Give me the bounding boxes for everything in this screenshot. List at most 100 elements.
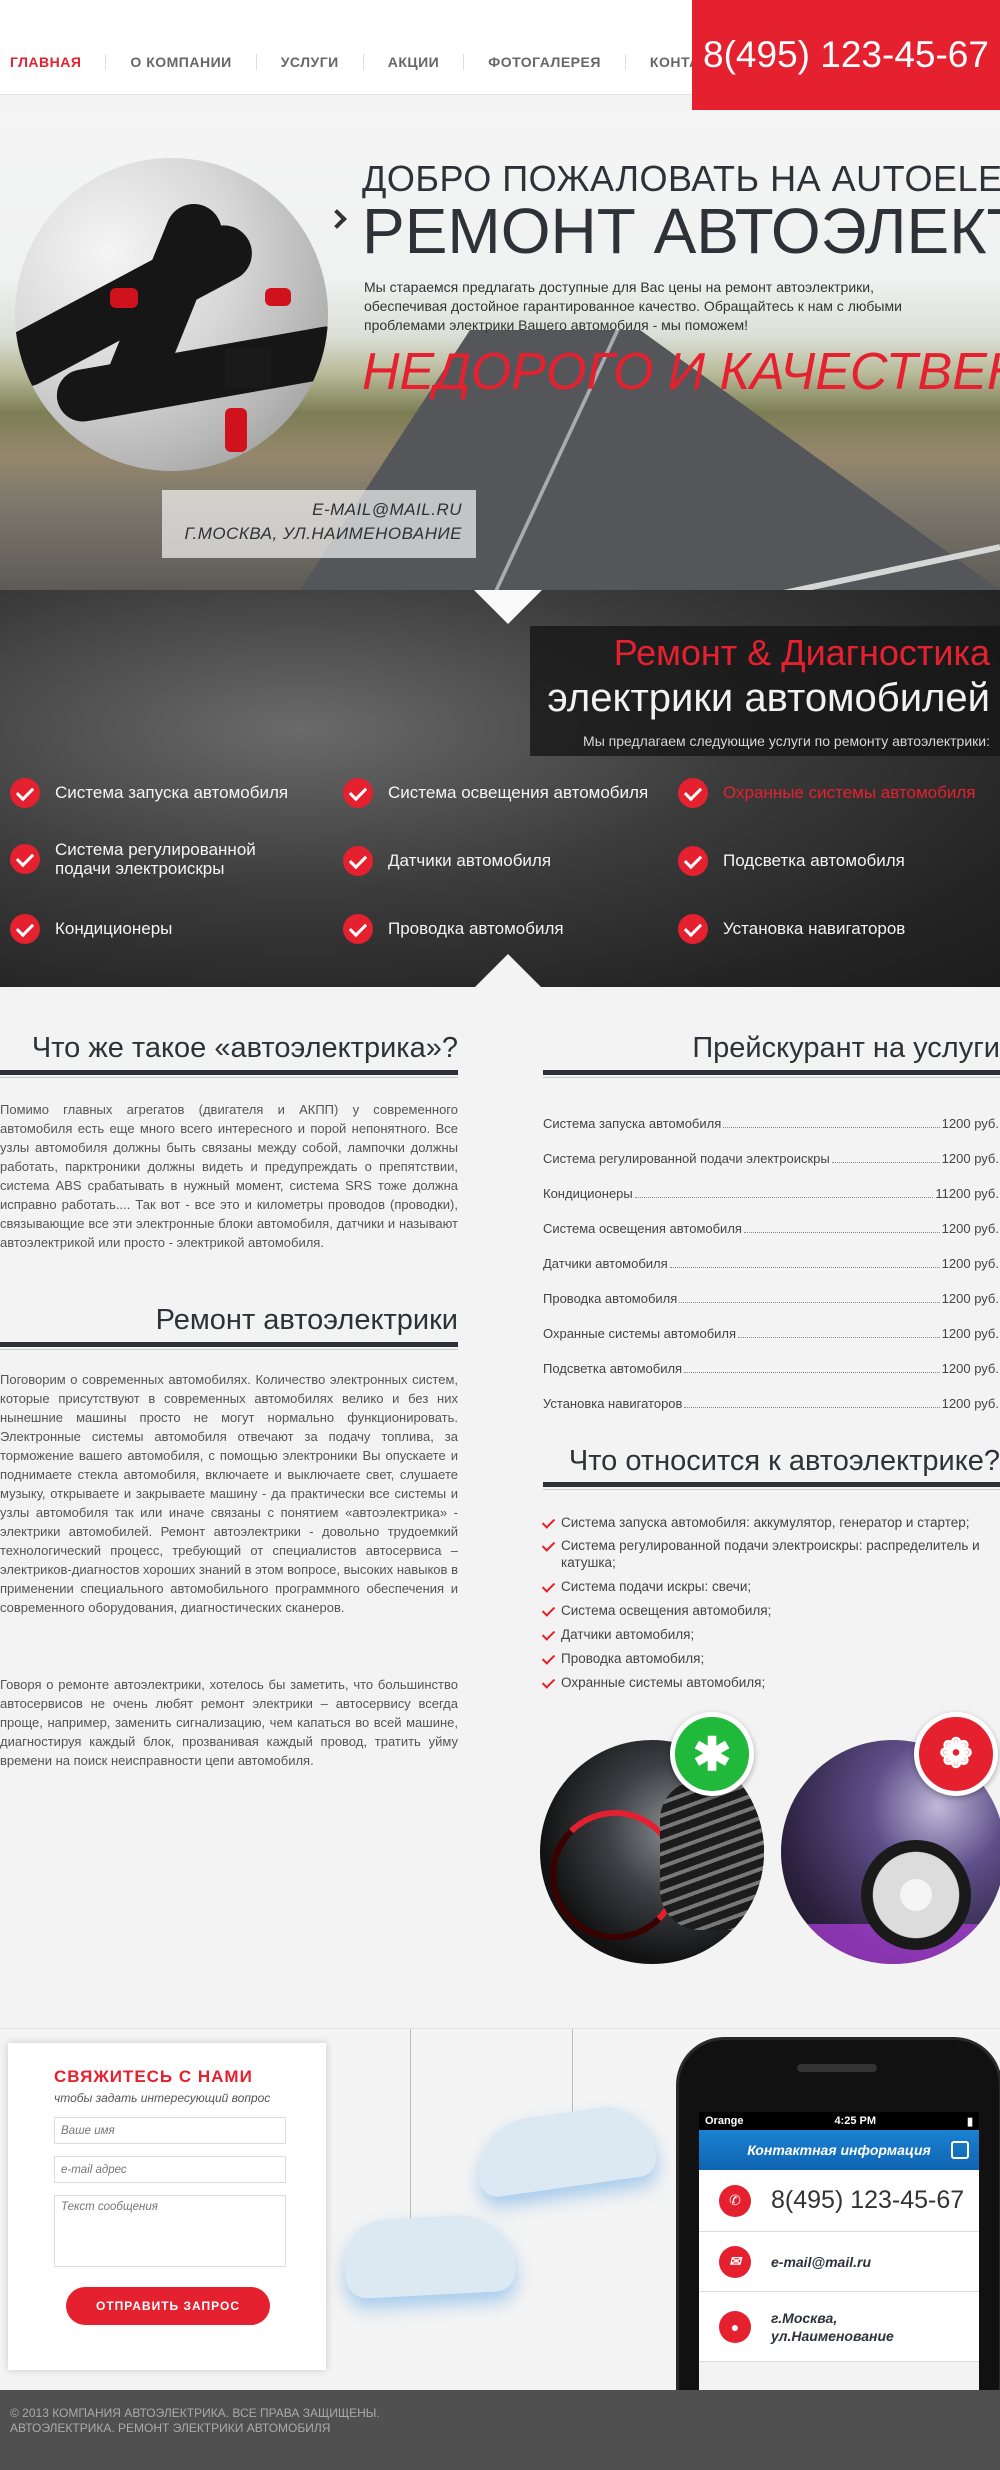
price-value: 1200 руб. (941, 1361, 999, 1376)
repair-text-1: Поговорим о современных автомобилях. Кол… (0, 1372, 458, 1615)
red-clip-shape (225, 408, 247, 452)
section-divider (0, 1342, 458, 1350)
contact-address-row[interactable]: ● г.Москва, ул.Наименование (699, 2292, 979, 2362)
price-dots (743, 1232, 940, 1233)
contact-info-header: Контактная информация (699, 2130, 979, 2170)
vent-shape (660, 1780, 764, 1930)
contact-section: СВЯЖИТЕСЬ С НАМИ чтобы задать интересующ… (0, 2028, 1000, 2390)
price-value: 1200 руб. (941, 1116, 999, 1131)
edit-icon[interactable] (951, 2141, 969, 2159)
services-subtitle: Мы предлагаем следующие услуги по ремонт… (583, 733, 990, 749)
relates-item: Система запуска автомобиля: аккумулятор,… (543, 1514, 1000, 1531)
service-item[interactable]: Проводка автомобиля (343, 914, 564, 944)
hero-cable-photo (15, 158, 328, 471)
nav-link-gallery[interactable]: Фотогалерея (463, 54, 625, 70)
nav-link-services[interactable]: Услуги (255, 54, 363, 70)
relates-title: Что относится к автоэлектрике? (568, 1445, 1000, 1477)
check-icon (678, 846, 708, 876)
price-row: Подсветка автомобиля 1200 руб. (543, 1361, 999, 1376)
relates-item: Система освещения автомобиля; (543, 1602, 1000, 1619)
service-item[interactable]: Установка навигаторов (678, 914, 905, 944)
header-phone[interactable]: 8(495) 123-45-67 (692, 0, 1000, 110)
price-service: Система регулированной подачи электроиск… (543, 1151, 830, 1166)
contact-info-title: Контактная информация (747, 2142, 931, 2158)
connector-shape (225, 348, 271, 388)
price-value: 1200 руб. (941, 1151, 999, 1166)
price-service: Система освещения автомобиля (543, 1221, 742, 1236)
service-item[interactable]: Система запуска автомобиля (10, 778, 288, 808)
service-item[interactable]: Подсветка автомобиля (678, 846, 905, 876)
price-service: Датчики автомобиля (543, 1256, 668, 1271)
price-service: Кондиционеры (543, 1186, 633, 1201)
check-icon (678, 778, 708, 808)
price-row: Охранные системы автомобиля 1200 руб. (543, 1326, 999, 1341)
price-dots (684, 1372, 940, 1373)
nav-link-about[interactable]: О компании (105, 54, 255, 70)
car-air-freshener (343, 2212, 517, 2300)
check-icon (343, 914, 373, 944)
price-row: Проводка автомобиля 1200 руб. (543, 1291, 999, 1306)
service-item[interactable]: Датчики автомобиля (343, 846, 551, 876)
contact-phone-row[interactable]: ✆ 8(495) 123-45-67 (699, 2170, 979, 2232)
hero-title: РЕМОНТ АВТОЭЛЕКТРИКИ (362, 195, 1000, 267)
location-pin-icon: ● (719, 2310, 751, 2343)
section-notch (474, 590, 542, 624)
phone-mockup: Orange 4:25 PM ▮ Контактная информация ✆… (676, 2037, 1000, 2390)
chevron-right-icon (327, 209, 347, 229)
name-input[interactable] (54, 2117, 286, 2144)
service-label: Система запуска автомобиля (55, 783, 289, 802)
contact-form: СВЯЖИТЕСЬ С НАМИ чтобы задать интересующ… (8, 2043, 326, 2370)
price-dots (738, 1337, 940, 1338)
services-header: Ремонт & Диагностика электрики автомобил… (530, 626, 1000, 756)
relates-item: Охранные системы автомобиля; (543, 1674, 1000, 1691)
nav-link-home[interactable]: Главная (10, 54, 105, 70)
check-icon (343, 778, 373, 808)
price-dots (684, 1407, 940, 1408)
message-input[interactable] (54, 2195, 286, 2267)
phone-icon: ✆ (719, 2184, 751, 2217)
phone-speaker (797, 2064, 877, 2072)
send-request-button[interactable]: ОТПРАВИТЬ ЗАПРОС (66, 2287, 270, 2325)
price-value: 1200 руб. (941, 1326, 999, 1341)
price-row: Кондиционеры 11200 руб. (543, 1186, 999, 1201)
service-item[interactable]: Система освещения автомобиля (343, 778, 648, 808)
price-row: Система запуска автомобиля 1200 руб. (543, 1116, 999, 1131)
contact-phone: 8(495) 123-45-67 (771, 2186, 965, 2214)
section-divider (543, 1482, 1000, 1490)
status-bar: Orange 4:25 PM ▮ (699, 2112, 979, 2130)
service-label: Датчики автомобиля (388, 851, 552, 870)
check-icon (10, 778, 40, 808)
services-section: Ремонт & Диагностика электрики автомобил… (0, 590, 1000, 987)
email-input[interactable] (54, 2156, 286, 2183)
service-item[interactable]: Система регулированной подачи электроиск… (10, 840, 310, 878)
contact-email-row[interactable]: ✉ e-mail@mail.ru (699, 2232, 979, 2292)
price-service: Подсветка автомобиля (543, 1361, 683, 1376)
price-value: 1200 руб. (941, 1256, 999, 1271)
price-row: Система регулированной подачи электроиск… (543, 1151, 999, 1166)
red-clip-shape (110, 288, 138, 308)
contact-email: e-mail@mail.ru (771, 2253, 872, 2270)
about-text: Помимо главных агрегатов (двигателя и АК… (0, 1102, 458, 1250)
hero-contacts: E-MAIL@MAIL.RU Г.МОСКВА, УЛ.НАИМЕНОВАНИЕ (162, 490, 476, 558)
about-title: Что же такое «автоэлектрика»? (31, 1032, 458, 1064)
service-label: Проводка автомобиля (388, 919, 564, 938)
section-divider (0, 1070, 458, 1078)
relates-item: Система подачи искры: свечи; (543, 1578, 1000, 1595)
service-item-active[interactable]: Охранные системы автомобиля (678, 778, 975, 808)
service-label: Установка навигаторов (723, 919, 906, 938)
service-label: Система регулированной подачи электроиск… (55, 840, 256, 878)
form-title: СВЯЖИТЕСЬ С НАМИ (54, 2067, 253, 2086)
hero-email[interactable]: E-MAIL@MAIL.RU (176, 498, 462, 522)
contact-address: г.Москва, ул.Наименование (771, 2309, 894, 2344)
nav-link-promotions[interactable]: Акции (362, 54, 464, 70)
hero-slogan: НЕДОРОГО И КАЧЕСТВЕННО! (362, 343, 1000, 401)
footer-tagline: автоэлектрика. ремонт электрики автомоби… (10, 2421, 331, 2435)
flower-icon: ❁ (914, 1712, 998, 1796)
repair-text-2: Говоря о ремонте автоэлектрики, хотелось… (0, 1677, 458, 1768)
price-value: 11200 руб. (935, 1186, 999, 1201)
price-service: Охранные системы автомобиля (543, 1326, 737, 1341)
relates-item: Проводка автомобиля; (543, 1650, 1000, 1667)
price-row: Датчики автомобиля 1200 руб. (543, 1256, 999, 1271)
hanging-string (410, 2029, 411, 2221)
service-item[interactable]: Кондиционеры (10, 914, 172, 944)
